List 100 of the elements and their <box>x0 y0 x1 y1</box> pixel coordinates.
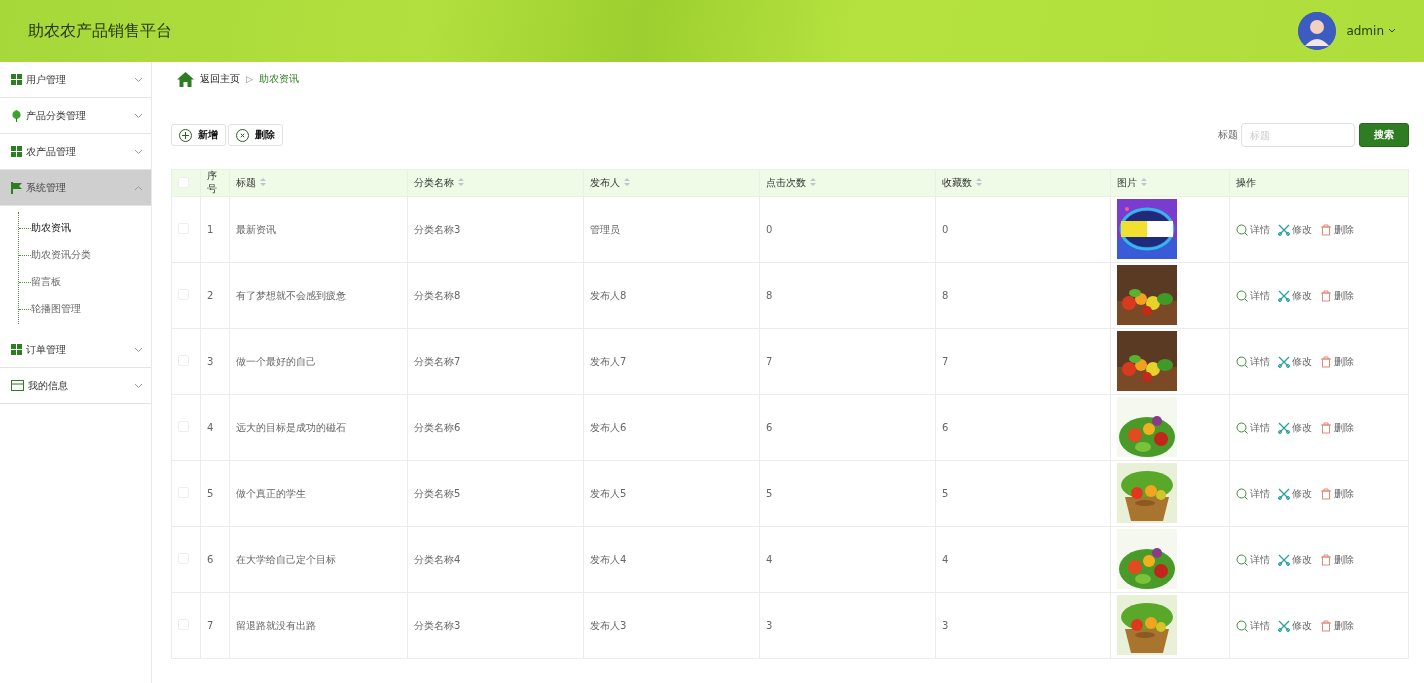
delete-link[interactable]: 删除 <box>1320 288 1354 303</box>
trash-icon <box>1320 289 1332 302</box>
column-header[interactable]: 图片 <box>1117 176 1137 188</box>
table-cell: 最新资讯 <box>236 223 276 235</box>
sort-icon[interactable] <box>624 177 630 186</box>
edit-link[interactable]: 修改 <box>1278 222 1312 237</box>
search-icon <box>1236 223 1248 236</box>
edit-link[interactable]: 修改 <box>1278 354 1312 369</box>
table-cell: 发布人5 <box>590 487 627 499</box>
scissors-icon <box>1278 289 1290 302</box>
edit-link[interactable]: 修改 <box>1278 420 1312 435</box>
table-cell: 远大的目标是成功的磁石 <box>236 421 346 433</box>
delete-link[interactable]: 删除 <box>1320 420 1354 435</box>
table-cell: 4 <box>942 554 949 565</box>
table-cell: 7 <box>207 620 214 631</box>
delete-link[interactable]: 删除 <box>1320 354 1354 369</box>
detail-link[interactable]: 详情 <box>1236 354 1270 369</box>
menu-group[interactable]: 产品分类管理 <box>0 98 151 134</box>
sort-icon[interactable] <box>976 177 982 186</box>
table-cell: 发布人3 <box>590 619 627 631</box>
table-cell: 4 <box>207 422 214 433</box>
chevron-icon <box>134 76 143 83</box>
table-cell: 分类名称6 <box>414 421 461 433</box>
delete-link[interactable]: 删除 <box>1320 222 1354 237</box>
submenu-item[interactable]: 助农资讯分类 <box>31 249 91 260</box>
add-button[interactable]: 新增 <box>171 124 226 146</box>
detail-link[interactable]: 详情 <box>1236 552 1270 567</box>
table-cell: 有了梦想就不会感到疲惫 <box>236 289 346 301</box>
chevron-icon <box>134 382 143 389</box>
scissors-icon <box>1278 355 1290 368</box>
trash-icon <box>1320 619 1332 632</box>
table-cell: 6 <box>766 422 773 433</box>
table-cell: 分类名称7 <box>414 355 461 367</box>
table-cell: 分类名称5 <box>414 487 461 499</box>
menu-group[interactable]: 我的信息 <box>0 368 151 404</box>
menu-group[interactable]: 系统管理 <box>0 170 151 206</box>
submenu-item[interactable]: 留言板 <box>31 276 61 287</box>
column-header: 序号 <box>207 170 217 194</box>
delete-link[interactable]: 删除 <box>1320 552 1354 567</box>
detail-link[interactable]: 详情 <box>1236 618 1270 633</box>
trash-icon <box>1320 487 1332 500</box>
sort-icon[interactable] <box>810 177 816 186</box>
scissors-icon <box>1278 421 1290 434</box>
table-cell: 管理员 <box>590 223 620 235</box>
chevron-icon <box>134 148 143 155</box>
column-header[interactable]: 收藏数 <box>942 176 972 188</box>
menu-group[interactable]: 订单管理 <box>0 332 151 368</box>
table-cell: 0 <box>942 224 949 235</box>
sort-icon[interactable] <box>260 177 266 186</box>
scissors-icon <box>1278 223 1290 236</box>
home-link[interactable]: 返回主页 <box>200 72 240 86</box>
search-button[interactable]: 搜索 <box>1359 123 1409 147</box>
column-header[interactable]: 发布人 <box>590 176 620 188</box>
caret-icon <box>1388 28 1396 34</box>
table-cell: 1 <box>207 224 214 235</box>
trash-icon <box>1320 223 1332 236</box>
column-header[interactable]: 标题 <box>236 176 256 188</box>
edit-link[interactable]: 修改 <box>1278 288 1312 303</box>
table-cell: 5 <box>766 488 773 499</box>
user-menu[interactable]: admin <box>1346 24 1396 38</box>
sort-icon[interactable] <box>1141 177 1147 186</box>
table-cell: 分类名称3 <box>414 223 461 235</box>
card-icon <box>11 380 24 391</box>
separator-icon: ▷ <box>246 74 253 84</box>
detail-link[interactable]: 详情 <box>1236 420 1270 435</box>
table-cell: 分类名称3 <box>414 619 461 631</box>
scissors-icon <box>1278 487 1290 500</box>
detail-link[interactable]: 详情 <box>1236 222 1270 237</box>
table-cell: 分类名称8 <box>414 289 461 301</box>
select-all-checkbox[interactable] <box>178 176 189 188</box>
delete-link[interactable]: 删除 <box>1320 618 1354 633</box>
submenu-item[interactable]: 助农资讯 <box>31 222 71 233</box>
table-cell: 6 <box>207 554 214 565</box>
grid-icon <box>11 74 22 85</box>
scissors-icon <box>1278 553 1290 566</box>
search-icon <box>1236 553 1248 566</box>
submenu-item[interactable]: 轮播图管理 <box>31 303 81 314</box>
table-cell: 8 <box>766 290 773 301</box>
menu-group[interactable]: 用户管理 <box>0 62 151 98</box>
sort-icon[interactable] <box>458 177 464 186</box>
column-header[interactable]: 分类名称 <box>414 176 454 188</box>
detail-link[interactable]: 详情 <box>1236 486 1270 501</box>
chevron-icon <box>134 112 143 119</box>
table-cell: 4 <box>766 554 773 565</box>
table-cell: 0 <box>766 224 773 235</box>
delete-link[interactable]: 删除 <box>1320 486 1354 501</box>
column-header: 操作 <box>1236 176 1256 188</box>
avatar-icon[interactable] <box>1298 12 1337 50</box>
table-cell: 做一个最好的自己 <box>236 355 316 367</box>
column-header[interactable]: 点击次数 <box>766 176 806 188</box>
table-cell: 2 <box>207 290 214 301</box>
table-cell: 8 <box>942 290 949 301</box>
detail-link[interactable]: 详情 <box>1236 288 1270 303</box>
edit-link[interactable]: 修改 <box>1278 486 1312 501</box>
table-cell: 5 <box>207 488 214 499</box>
home-icon[interactable] <box>177 71 194 87</box>
edit-link[interactable]: 修改 <box>1278 552 1312 567</box>
edit-link[interactable]: 修改 <box>1278 618 1312 633</box>
delete-button[interactable]: 删除 <box>228 124 283 146</box>
plus-icon <box>179 128 192 142</box>
